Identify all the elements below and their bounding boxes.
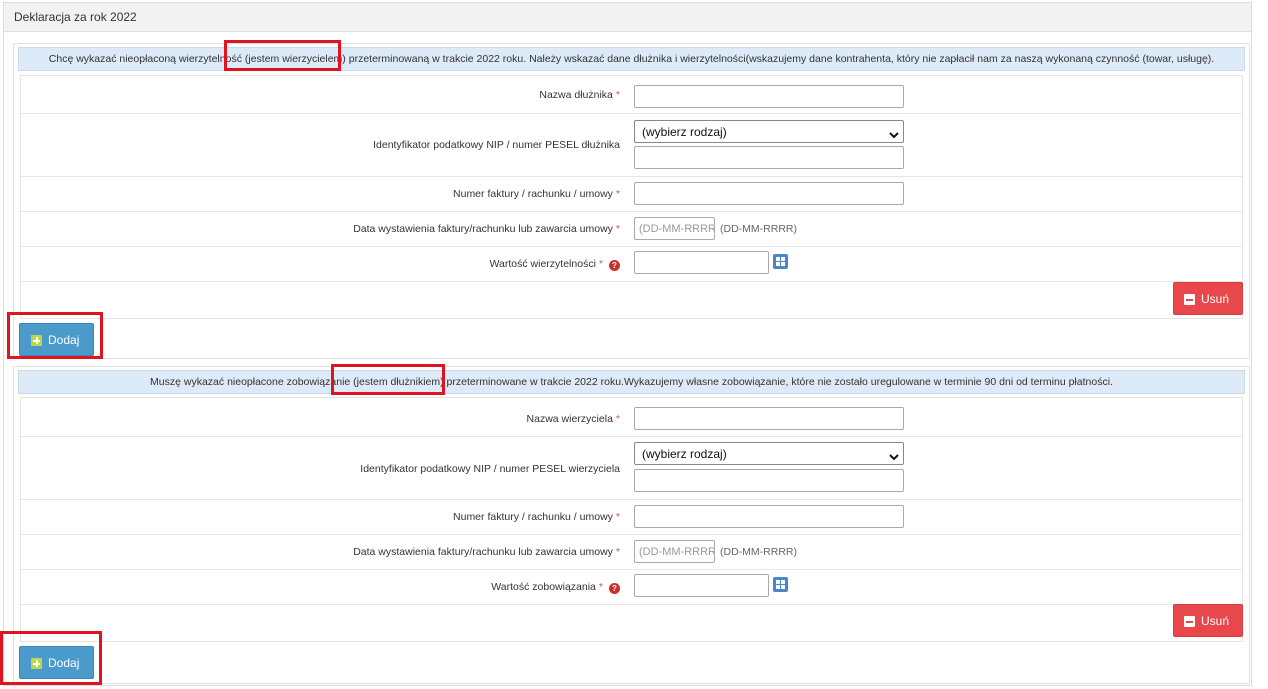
- add-label: Dodaj: [48, 656, 80, 670]
- debtor-info-prefix: Muszę wykazać nieopłacone zobowiązanie: [150, 376, 354, 388]
- creditor-date-input[interactable]: (DD-MM-RRRR): [634, 217, 715, 240]
- creditor-id-row: Identyfikator podatkowy NIP / numer PESE…: [21, 436, 1242, 500]
- creditor-amount-row: Wartość wierzytelności *?: [21, 246, 1242, 282]
- creditor-amount-input[interactable]: [634, 251, 769, 274]
- debtor-name-label: Nazwa dłużnika *: [539, 89, 620, 101]
- debtor-invoice-input[interactable]: [634, 505, 904, 528]
- debtor-id-label: Identyfikator podatkowy NIP / numer PESE…: [373, 139, 620, 151]
- debtor-info-highlight: (jestem dłużnikiem): [353, 376, 444, 388]
- creditor-add-button[interactable]: Dodaj: [19, 323, 94, 356]
- declaration-panel: Deklaracja za rok 2022 Chcę wykazać nieo…: [3, 2, 1252, 686]
- debtor-entry: Nazwa wierzyciela * Identyfikator podatko…: [20, 397, 1243, 642]
- creditor-id-input[interactable]: [634, 469, 904, 492]
- debtor-id-type-select[interactable]: (wybierz rodzaj): [634, 120, 904, 143]
- calculator-icon[interactable]: [773, 254, 788, 269]
- help-icon[interactable]: ?: [609, 583, 620, 594]
- panel-title: Deklaracja za rok 2022: [14, 10, 137, 24]
- help-icon[interactable]: ?: [609, 260, 620, 271]
- minus-icon: [1184, 616, 1195, 627]
- creditor-name-label: Nazwa wierzyciela *: [526, 413, 620, 425]
- chevron-down-icon: [889, 128, 899, 142]
- debtor-date-input[interactable]: (DD-MM-RRRR): [634, 540, 715, 563]
- debtor-amount-label: Wartość zobowiązania *?: [491, 581, 620, 594]
- creditor-delete-button[interactable]: Usuń: [1173, 282, 1243, 315]
- creditor-id-type-value: (wybierz rodzaj): [642, 447, 727, 461]
- debtor-section: Muszę wykazać nieopłacone zobowiązanie (…: [13, 366, 1250, 684]
- debtor-name-input[interactable]: [634, 85, 904, 108]
- debtor-date-row: Data wystawienia faktury/rachunku lub za…: [21, 534, 1242, 570]
- debtor-date-hint: (DD-MM-RRRR): [720, 546, 797, 558]
- creditor-info-suffix: przeterminowaną w trakcie 2022 roku. Nal…: [345, 53, 1215, 65]
- add-label: Dodaj: [48, 333, 80, 347]
- debtor-add-button[interactable]: Dodaj: [19, 646, 94, 679]
- creditor-info-bar: Chcę wykazać nieopłaconą wierzytelność (…: [18, 47, 1245, 71]
- debtor-actions-row: Usuń: [21, 604, 1243, 643]
- creditor-name-row: Nazwa wierzyciela *: [21, 398, 1242, 437]
- creditor-id-label: Identyfikator podatkowy NIP / numer PESE…: [360, 463, 620, 475]
- plus-icon: [31, 658, 42, 669]
- plus-icon: [31, 335, 42, 346]
- creditor-date-row: Data wystawienia faktury/rachunku lub za…: [21, 211, 1242, 247]
- debtor-invoice-label: Numer faktury / rachunku / umowy *: [453, 511, 620, 523]
- creditor-info-prefix: Chcę wykazać nieopłaconą wierzytelność: [48, 53, 245, 65]
- debtor-delete-button[interactable]: Usuń: [1173, 604, 1243, 637]
- creditor-date-label: Data wystawienia faktury/rachunku lub za…: [353, 223, 620, 235]
- creditor-amount-label: Wartość wierzytelności *?: [490, 258, 620, 271]
- creditor-id-type-select[interactable]: (wybierz rodzaj): [634, 442, 904, 465]
- chevron-down-icon: [889, 450, 899, 464]
- delete-label: Usuń: [1201, 292, 1230, 306]
- calculator-icon[interactable]: [773, 577, 788, 592]
- creditor-invoice-input[interactable]: [634, 182, 904, 205]
- delete-label: Usuń: [1201, 614, 1230, 628]
- creditor-actions-row: Usuń: [21, 281, 1243, 320]
- debtor-name-row: Nazwa dłużnika *: [21, 76, 1242, 114]
- creditor-invoice-label: Numer faktury / rachunku / umowy *: [453, 188, 620, 200]
- debtor-invoice-row: Numer faktury / rachunku / umowy *: [21, 499, 1242, 535]
- debtor-info-suffix: przeterminowane w trakcie 2022 roku.Wyka…: [443, 376, 1113, 388]
- creditor-name-input[interactable]: [634, 407, 904, 430]
- debtor-info-bar: Muszę wykazać nieopłacone zobowiązanie (…: [18, 370, 1245, 394]
- debtor-id-row: Identyfikator podatkowy NIP / numer PESE…: [21, 113, 1242, 177]
- panel-header: Deklaracja za rok 2022: [4, 3, 1251, 32]
- creditor-date-hint: (DD-MM-RRRR): [720, 223, 797, 235]
- debtor-id-input[interactable]: [634, 146, 904, 169]
- debtor-amount-row: Wartość zobowiązania *?: [21, 569, 1242, 605]
- minus-icon: [1184, 294, 1195, 305]
- debtor-amount-input[interactable]: [634, 574, 769, 597]
- creditor-invoice-row: Numer faktury / rachunku / umowy *: [21, 176, 1242, 212]
- debtor-date-label: Data wystawienia faktury/rachunku lub za…: [353, 546, 620, 558]
- creditor-info-highlight: (jestem wierzycielem): [244, 53, 346, 65]
- creditor-entry: Nazwa dłużnika * Identyfikator podatkowy …: [20, 75, 1243, 319]
- debtor-id-type-value: (wybierz rodzaj): [642, 125, 727, 139]
- creditor-section: Chcę wykazać nieopłaconą wierzytelność (…: [13, 43, 1250, 359]
